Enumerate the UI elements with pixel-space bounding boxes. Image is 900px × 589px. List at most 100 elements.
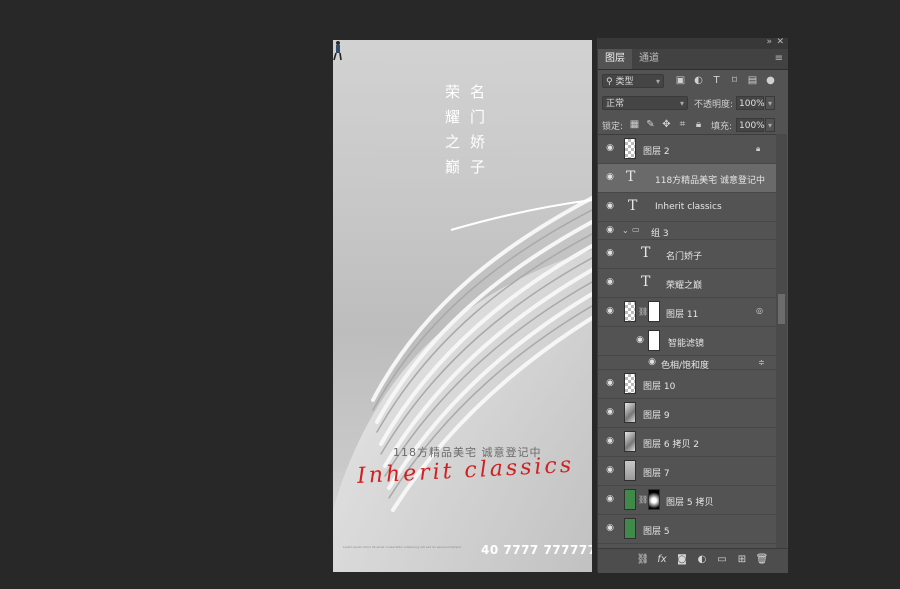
type-filter-icon[interactable]: T — [711, 75, 722, 86]
filter-mask-thumbnail — [648, 330, 660, 351]
person-figure — [333, 41, 342, 61]
smartobject-filter-icon[interactable]: ▤ — [747, 75, 758, 86]
layer-row[interactable]: ◉ 图层 5 — [598, 515, 776, 544]
filter-effect-row[interactable]: ◉ 色相/饱和度 ≑ — [598, 356, 776, 371]
layer-group-row[interactable]: ◉ ⌄ ▭ 组 3 — [598, 222, 776, 240]
fill-dropdown-icon[interactable]: ▾ — [765, 118, 775, 132]
layer-name: 图层 9 — [643, 411, 670, 421]
new-group-icon[interactable]: ▭ — [715, 554, 729, 565]
layer-row[interactable]: ◉ T 荣耀之巅 — [598, 269, 776, 298]
layer-name: 图层 7 — [643, 469, 670, 479]
layer-row[interactable]: ◉ 图层 7 — [598, 457, 776, 486]
eye-icon[interactable]: ◉ — [604, 277, 616, 287]
layer-name: 荣耀之巅 — [666, 281, 703, 291]
text-layer-icon: T — [641, 245, 651, 261]
eye-icon[interactable]: ◉ — [634, 335, 646, 345]
layers-scrollbar[interactable] — [776, 134, 787, 548]
filter-kind-select[interactable]: ⚲ 类型 ▾ — [602, 74, 664, 88]
eye-icon[interactable]: ◉ — [604, 523, 616, 533]
chevron-down-icon[interactable]: ⌄ — [622, 226, 629, 235]
layer-thumbnail — [624, 489, 636, 510]
opacity-input[interactable]: 100% — [736, 96, 765, 110]
lock-all-icon[interactable]: 🔒︎ — [693, 119, 704, 130]
panel-tabs: 图层 通道 ≡ — [598, 49, 788, 70]
fill-label: 填充: — [711, 122, 733, 132]
layer-name: 图层 6 拷贝 2 — [643, 440, 700, 450]
scrollbar-thumb[interactable] — [778, 294, 785, 324]
eye-icon[interactable]: ◉ — [604, 248, 616, 258]
link-icon: ⛓ — [638, 495, 649, 504]
shape-filter-icon[interactable]: ⌑ — [729, 75, 740, 86]
filter-options-icon[interactable]: ≑ — [758, 358, 765, 367]
new-layer-icon[interactable]: ⊞ — [735, 554, 749, 565]
trash-icon[interactable]: 🗑︎ — [755, 554, 769, 565]
lock-icon: 🔒︎ — [756, 144, 761, 153]
eye-icon[interactable]: ◉ — [604, 465, 616, 475]
adjustment-filter-icon[interactable]: ◐ — [693, 75, 704, 86]
lock-transparency-icon[interactable]: ▦ — [629, 119, 640, 130]
eye-icon[interactable]: ◉ — [604, 143, 616, 153]
link-layers-icon[interactable]: ⛓ — [636, 554, 650, 565]
layers-list[interactable]: ◉ 图层 2 🔒︎ ◉ T 118方精品美宅 诚意登记中 ◉ T Inherit… — [598, 134, 776, 549]
tab-layers[interactable]: 图层 — [598, 49, 632, 69]
eye-icon[interactable]: ◉ — [604, 172, 616, 182]
eye-icon[interactable]: ◉ — [604, 436, 616, 446]
layer-row[interactable]: ◉ ⛓ 图层 5 拷贝 — [598, 486, 776, 515]
lock-position-icon[interactable]: ✥ — [661, 119, 672, 130]
canvas-area[interactable]: 名门娇子 荣耀之巅 118方精品美宅 诚意登记中 Inherit classic… — [0, 0, 597, 589]
text-layer-icon: T — [641, 274, 651, 290]
layer-row[interactable]: ◉ T 118方精品美宅 诚意登记中 — [598, 164, 776, 193]
lock-pixels-icon[interactable]: ✎ — [645, 119, 656, 130]
eye-icon[interactable]: ◉ — [604, 407, 616, 417]
filter-mask-thumbnail — [648, 301, 660, 322]
layer-row[interactable]: ◉ T 名门娇子 — [598, 240, 776, 269]
eye-icon[interactable]: ◉ — [646, 357, 658, 367]
blend-mode-select[interactable]: 正常 ▾ — [602, 96, 688, 110]
filter-toggle-icon[interactable]: ● — [765, 75, 776, 86]
eye-icon[interactable]: ◉ — [604, 225, 616, 235]
layer-name: 智能滤镜 — [668, 339, 705, 349]
fill-input[interactable]: 100% — [736, 118, 765, 132]
smart-filter-row[interactable]: ◉ 智能滤镜 — [598, 327, 776, 356]
eye-icon[interactable]: ◉ — [604, 201, 616, 211]
chevron-down-icon: ▾ — [679, 99, 684, 108]
fx-icon[interactable]: fx — [655, 554, 669, 565]
eye-icon[interactable]: ◉ — [604, 306, 616, 316]
smart-filter-icon: ◎ — [756, 306, 763, 315]
eye-icon[interactable]: ◉ — [604, 494, 616, 504]
text-layer-icon: T — [628, 198, 638, 214]
add-mask-icon[interactable]: ◙ — [675, 554, 689, 565]
layer-row[interactable]: ◉ ⛓ 图层 11 ◎ — [598, 298, 776, 327]
tab-channels[interactable]: 通道 — [632, 49, 666, 69]
lock-artboard-icon[interactable]: ⌗ — [677, 119, 688, 130]
layer-row[interactable]: ◉ 图层 10 — [598, 370, 776, 399]
layer-thumbnail — [624, 460, 636, 481]
layer-thumbnail — [624, 402, 636, 423]
panel-menu-icon[interactable]: ≡ — [775, 53, 783, 64]
opacity-label: 不透明度: — [694, 100, 734, 110]
layer-row[interactable]: ◉ 图层 6 拷贝 2 — [598, 428, 776, 457]
poster-phone: 40 7777 777777 — [481, 543, 592, 557]
layer-thumbnail — [624, 373, 636, 394]
layer-mask-thumbnail[interactable] — [648, 489, 660, 510]
poster-document[interactable]: 名门娇子 荣耀之巅 118方精品美宅 诚意登记中 Inherit classic… — [333, 40, 592, 572]
folder-icon: ▭ — [632, 225, 640, 234]
lock-label: 锁定: — [602, 122, 624, 132]
layer-name: 118方精品美宅 诚意登记中 — [655, 176, 766, 186]
blend-row: 正常 ▾ 不透明度: 100% ▾ — [598, 92, 788, 114]
close-icon[interactable]: ✕ — [776, 37, 784, 47]
adjustment-layer-icon[interactable]: ◐ — [695, 554, 709, 565]
pixel-filter-icon[interactable]: ▣ — [675, 75, 686, 86]
layer-row[interactable]: ◉ 图层 9 — [598, 399, 776, 428]
layer-name: 名门娇子 — [666, 252, 703, 262]
eye-icon[interactable]: ◉ — [604, 378, 616, 388]
layer-thumbnail — [624, 301, 636, 322]
headline-left-column: 荣耀之巅 — [443, 84, 461, 184]
layer-row[interactable]: ◉ T Inherit classics — [598, 193, 776, 222]
collapse-icon[interactable]: » — [766, 37, 772, 47]
chevron-down-icon: ▾ — [655, 77, 660, 86]
layer-name: 组 3 — [651, 229, 669, 239]
opacity-dropdown-icon[interactable]: ▾ — [765, 96, 775, 110]
layer-row[interactable]: ◉ 图层 2 🔒︎ — [598, 135, 776, 164]
search-icon: ⚲ — [606, 77, 613, 87]
